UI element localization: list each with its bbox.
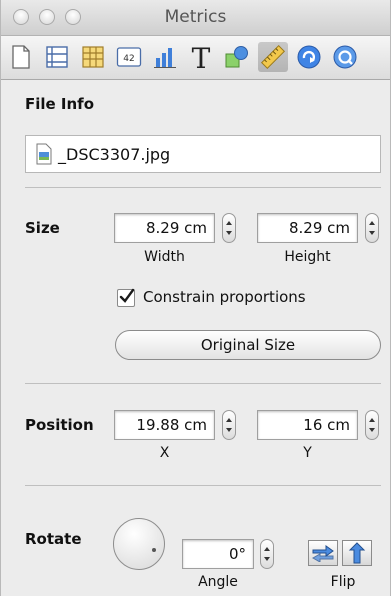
layout-inspector-tab[interactable] <box>42 42 72 72</box>
width-field[interactable]: 8.29 cm <box>114 213 215 243</box>
original-size-button[interactable]: Original Size <box>115 330 381 360</box>
metrics-panel: File Info _DSC3307.jpg Size 8.29 cm Widt… <box>1 81 390 596</box>
rotate-label: Rotate <box>25 530 82 548</box>
constrain-proportions-label: Constrain proportions <box>143 288 306 306</box>
angle-label: Angle <box>198 574 238 590</box>
title-bar: Metrics <box>1 0 390 36</box>
flip-label: Flip <box>330 574 356 590</box>
flip-vertical-icon <box>348 542 366 564</box>
position-label: Position <box>25 416 94 434</box>
height-stepper[interactable] <box>365 213 379 243</box>
flip-horizontal-button[interactable] <box>308 540 338 566</box>
svg-text:T: T <box>192 43 211 71</box>
quicktime-icon <box>333 45 357 69</box>
metrics-inspector-tab[interactable] <box>258 42 288 72</box>
angle-stepper[interactable] <box>260 539 274 569</box>
checkmark-icon <box>119 288 135 303</box>
position-y-label: Y <box>303 445 312 461</box>
position-y-field[interactable]: 16 cm <box>257 410 358 440</box>
link-icon <box>297 45 321 69</box>
flip-vertical-button[interactable] <box>342 540 372 566</box>
position-y-stepper[interactable] <box>365 410 379 440</box>
position-x-label: X <box>159 445 170 461</box>
height-label: Height <box>284 249 331 265</box>
constrain-proportions-checkbox[interactable] <box>117 288 135 307</box>
quicktime-inspector-tab[interactable] <box>330 42 360 72</box>
divider <box>25 187 381 188</box>
table-icon <box>82 46 104 68</box>
ruler-icon <box>260 44 286 70</box>
angle-field[interactable]: 0° <box>182 539 254 569</box>
window-title: Metrics <box>164 7 227 27</box>
rotation-dial[interactable] <box>113 518 165 570</box>
document-inspector-tab[interactable] <box>6 42 36 72</box>
rotation-indicator <box>152 548 156 552</box>
image-file-icon <box>36 143 52 165</box>
shapes-icon <box>225 46 248 68</box>
divider <box>25 485 381 486</box>
size-label: Size <box>25 219 60 237</box>
number-icon: 42 <box>116 47 142 67</box>
file-name: _DSC3307.jpg <box>58 144 171 164</box>
position-x-field[interactable]: 19.88 cm <box>114 410 215 440</box>
document-icon <box>12 45 30 69</box>
graphic-inspector-tab[interactable] <box>222 42 252 72</box>
flip-horizontal-icon <box>311 545 334 562</box>
divider <box>25 383 381 384</box>
svg-text:42: 42 <box>123 54 134 64</box>
table-inspector-tab[interactable] <box>78 42 108 72</box>
layout-icon <box>46 46 68 68</box>
chart-icon <box>154 48 176 68</box>
text-icon: T <box>192 43 211 71</box>
metrics-window: Metrics 42 T File Info _DSC3307.jpg Size… <box>0 0 391 596</box>
inspector-toolbar: 42 T <box>1 36 390 80</box>
position-x-stepper[interactable] <box>222 410 236 440</box>
text-inspector-tab[interactable]: T <box>186 42 216 72</box>
width-stepper[interactable] <box>222 213 236 243</box>
file-info-label: File Info <box>25 95 95 113</box>
file-name-field: _DSC3307.jpg <box>25 135 381 173</box>
cell-format-inspector-tab[interactable]: 42 <box>114 42 144 72</box>
width-label: Width <box>144 249 185 265</box>
hyperlink-inspector-tab[interactable] <box>294 42 324 72</box>
height-field[interactable]: 8.29 cm <box>257 213 358 243</box>
chart-inspector-tab[interactable] <box>150 42 180 72</box>
